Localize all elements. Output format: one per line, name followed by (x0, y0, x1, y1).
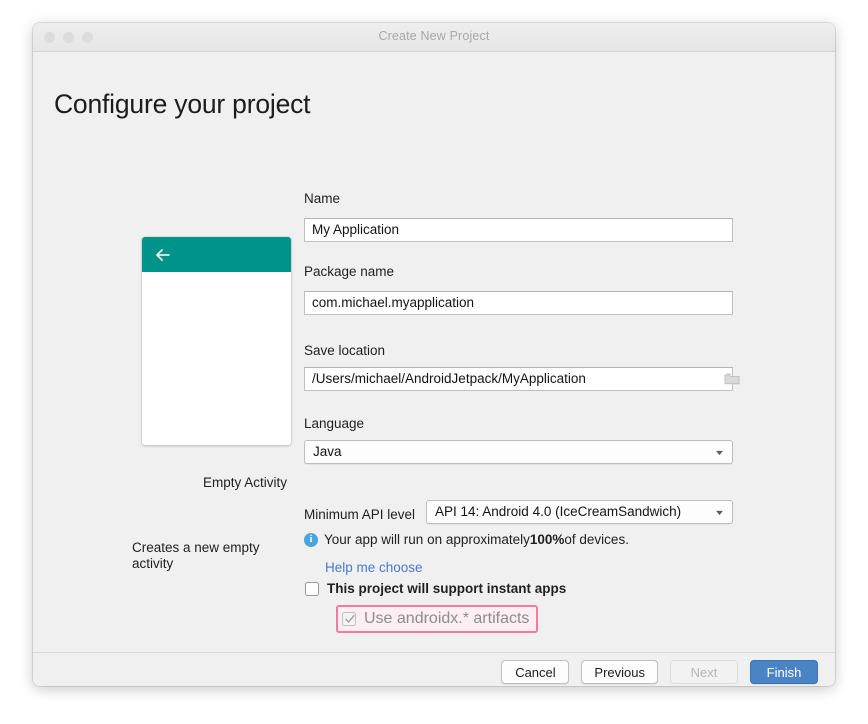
chevron-down-icon (716, 510, 723, 516)
template-description: Creates a new empty activity (132, 540, 260, 571)
preview-app-body (142, 272, 291, 445)
window-title: Create New Project (378, 29, 490, 43)
help-me-choose-link[interactable]: Help me choose (325, 560, 423, 575)
androidx-artifacts-highlight: Use androidx.* artifacts (336, 605, 539, 633)
template-name-label: Empty Activity (202, 475, 287, 490)
device-coverage-percent: 100% (529, 532, 565, 547)
instant-apps-checkbox-row[interactable]: This project will support instant apps (305, 581, 566, 596)
instant-apps-label: This project will support instant apps (327, 581, 567, 596)
checkmark-icon (345, 614, 355, 623)
activity-preview-card (142, 237, 291, 445)
save-location-label: Save location (304, 343, 386, 358)
chevron-down-icon (716, 450, 723, 456)
instant-apps-checkbox[interactable] (305, 581, 319, 596)
device-coverage-text-before: Your app will run on approximately (324, 532, 530, 547)
package-name-input[interactable]: com.michael.myapplication (304, 291, 733, 315)
name-input[interactable]: My Application (304, 218, 733, 242)
cancel-button[interactable]: Cancel (501, 660, 570, 684)
androidx-artifacts-label: Use androidx.* artifacts (364, 610, 530, 627)
dialog-content: Configure your project Empty Activity Cr… (33, 52, 835, 652)
footer-button-row: Cancel Previous Next Finish (501, 660, 818, 684)
info-icon: i (304, 532, 318, 547)
device-coverage-info: i Your app will run on approximately 100… (304, 532, 629, 547)
name-label: Name (304, 191, 341, 206)
package-name-label: Package name (304, 264, 395, 279)
language-select[interactable]: Java (304, 440, 733, 464)
next-button: Next (670, 660, 738, 684)
folder-icon[interactable] (724, 372, 740, 385)
save-location-input[interactable]: /Users/michael/AndroidJetpack/MyApplicat… (304, 367, 733, 391)
page-title: Configure your project (54, 89, 311, 119)
androidx-artifacts-checkbox[interactable] (342, 612, 356, 626)
dialog-footer: Cancel Previous Next Finish (33, 652, 835, 686)
minimum-api-level-value: API 14: Android 4.0 (IceCreamSandwich) (435, 504, 682, 519)
window-titlebar: Create New Project (33, 23, 835, 52)
back-arrow-icon (156, 249, 170, 261)
preview-app-bar (142, 237, 291, 272)
previous-button[interactable]: Previous (581, 660, 658, 684)
minimum-api-level-label: Minimum API level (304, 507, 416, 522)
language-label: Language (304, 416, 365, 431)
create-new-project-window: Create New Project Configure your projec… (33, 23, 835, 686)
finish-button[interactable]: Finish (750, 660, 818, 684)
language-value: Java (313, 444, 342, 459)
minimum-api-level-select[interactable]: API 14: Android 4.0 (IceCreamSandwich) (426, 500, 733, 524)
device-coverage-text-after: of devices. (564, 532, 629, 547)
